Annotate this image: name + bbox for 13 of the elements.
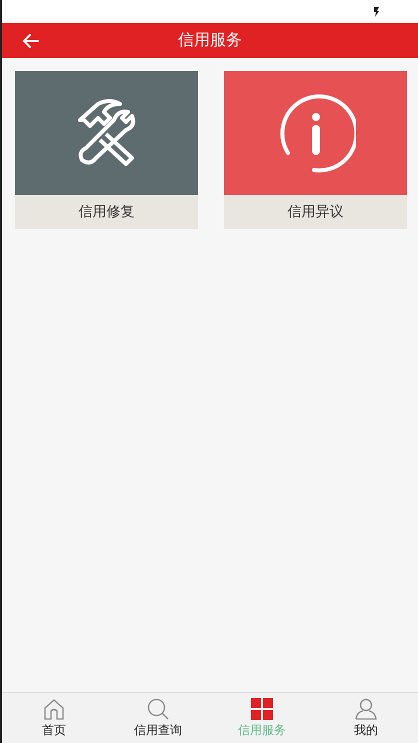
user-icon bbox=[355, 698, 377, 720]
tile-label: 信用异议 bbox=[288, 203, 344, 221]
tab-item[interactable]: 信用查询 bbox=[106, 693, 210, 743]
back-button[interactable] bbox=[22, 32, 40, 50]
grid-icon bbox=[251, 698, 273, 720]
search-icon bbox=[147, 698, 169, 720]
tile-label: 信用修复 bbox=[78, 203, 134, 221]
charging-icon bbox=[373, 6, 380, 16]
back-arrow-icon bbox=[22, 32, 40, 50]
tab-item[interactable]: 我的 bbox=[314, 693, 418, 743]
tab-item[interactable]: 首页 bbox=[2, 693, 106, 743]
page-title: 信用服务 bbox=[178, 30, 242, 49]
home-icon bbox=[43, 698, 65, 720]
